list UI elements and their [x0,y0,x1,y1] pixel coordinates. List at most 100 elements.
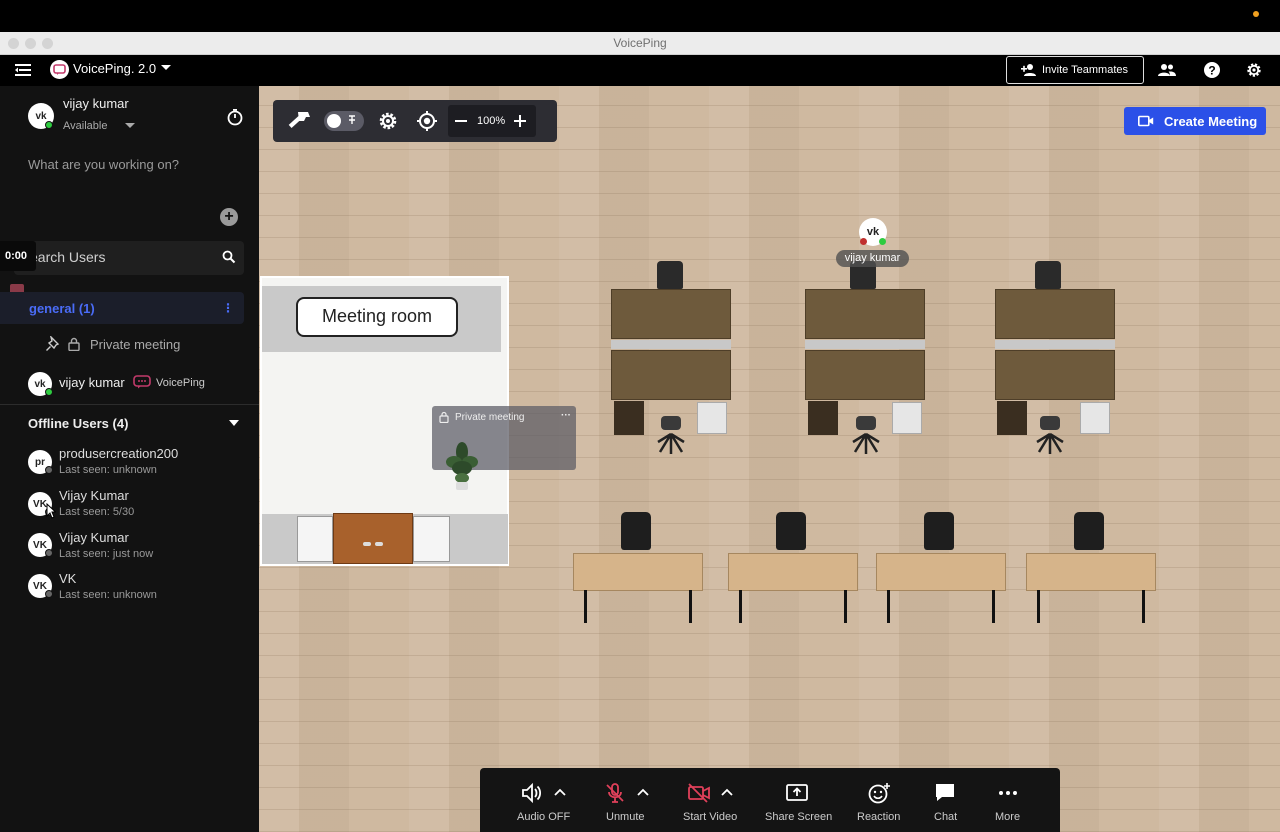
share-screen-label[interactable]: Share Screen [765,811,832,823]
desk-cabinet [1080,402,1110,434]
current-user-status[interactable]: Available [63,120,107,132]
offline-user-name[interactable]: produsercreation200 [59,446,178,461]
voiceping-app-icon [133,375,151,389]
search-icon[interactable] [222,250,236,264]
zoom-level: 100% [477,115,506,127]
current-user-name: vijay kumar [63,96,129,111]
desk [611,289,731,339]
video-off-icon[interactable] [687,782,711,804]
share-screen-icon[interactable] [785,782,809,804]
offline-status-dot [45,466,53,474]
reaction-label[interactable]: Reaction [857,811,900,823]
desk-cabinet [892,402,922,434]
add-icon[interactable]: + [220,208,238,226]
map-user-name: vijay kumar [836,250,909,267]
system-menubar [0,0,1280,32]
menu-icon[interactable] [14,61,32,79]
pin-icon[interactable] [45,336,61,352]
svg-text:?: ? [1208,64,1215,78]
desk-divider [995,340,1115,349]
help-icon[interactable]: ? [1202,60,1222,80]
offline-users-header[interactable]: Offline Users (4) [28,416,128,431]
table-leg [689,590,692,623]
chevron-up-icon[interactable] [637,788,649,796]
desk-cabinet [697,402,727,434]
offline-user-last-seen: Last seen: just now [59,548,154,560]
search-users-placeholder: earch Users [30,249,106,265]
invite-teammates-button[interactable]: Invite Teammates [1006,56,1144,84]
zoom-in-icon[interactable] [514,115,526,127]
audio-toggle-label[interactable]: Audio OFF [517,811,570,823]
workspace-name[interactable]: VoicePing. 2.0 [73,61,156,76]
recording-timer: 0:00 [0,241,36,271]
settings-icon[interactable] [1244,60,1264,80]
status-dropdown-icon[interactable] [124,122,136,130]
more-icon[interactable]: ··· [561,410,571,421]
timer-icon[interactable] [226,108,244,126]
meeting-room-door [333,513,413,564]
create-meeting-button[interactable]: Create Meeting [1124,107,1266,135]
room-window [297,516,333,562]
mic-off-dot [860,238,867,245]
desk [611,350,731,400]
unmute-label[interactable]: Unmute [606,811,645,823]
speaker-icon[interactable] [521,782,543,804]
mic-off-icon[interactable] [604,782,626,804]
people-icon[interactable] [1157,60,1177,80]
sidebar: vk vijay kumar Available What are you wo… [0,86,259,832]
desk [995,289,1115,339]
table-leg [992,590,995,623]
offline-user-name[interactable]: Vijay Kumar [59,530,129,545]
offline-user-name[interactable]: VK [59,571,76,586]
chevron-up-icon[interactable] [721,788,733,796]
more-icon[interactable] [997,782,1019,804]
table [1026,553,1156,591]
offline-user-name[interactable]: Vijay Kumar [59,488,129,503]
toggle-knob [327,114,341,128]
collapse-icon[interactable] [229,420,239,426]
table-leg [844,590,847,623]
online-status-dot [879,238,886,245]
reaction-icon[interactable] [867,782,891,804]
more-label[interactable]: More [995,811,1020,823]
desk-drawer [997,401,1027,435]
desk-divider [611,340,731,349]
office-chair [621,512,651,550]
workspace-logo-icon[interactable] [50,60,69,79]
desk [805,289,925,339]
chat-label[interactable]: Chat [934,811,957,823]
offline-status-dot [45,549,53,557]
office-chair [776,512,806,550]
desk-drawer [614,401,644,435]
offline-user-last-seen: Last seen: unknown [59,589,157,601]
pin-small-icon [349,115,355,124]
window-titlebar: VoicePing [0,32,1280,55]
chevron-up-icon[interactable] [554,788,566,796]
table-leg [1142,590,1145,623]
room-window [413,516,450,562]
settings-icon[interactable] [377,110,399,132]
workspace-dropdown-icon[interactable] [160,64,172,72]
hammer-icon[interactable] [286,109,312,133]
app-header: VoicePing. 2.0 Invite Teammates ? [0,55,1280,86]
create-meeting-label: Create Meeting [1164,113,1258,129]
channel-more-icon[interactable]: ⋮ [222,301,234,315]
desk [805,350,925,400]
working-on-input[interactable]: What are you working on? [28,157,179,172]
locate-icon[interactable] [416,110,438,132]
lock-icon [68,337,80,351]
meeting-room-label: Meeting room [296,297,458,337]
window-title: VoicePing [613,36,667,50]
private-meeting-item[interactable]: Private meeting [90,337,180,352]
private-meeting-card-title: Private meeting [455,412,525,423]
desk-divider [805,340,925,349]
table-leg [739,590,742,623]
start-video-label[interactable]: Start Video [683,811,737,823]
office-chair [1036,416,1064,454]
zoom-out-icon[interactable] [455,120,467,122]
table-leg [584,590,587,623]
chat-icon[interactable] [934,782,956,804]
channel-name[interactable]: general (1) [29,301,95,316]
section-divider [0,404,259,405]
member-name[interactable]: vijay kumar [59,375,125,390]
